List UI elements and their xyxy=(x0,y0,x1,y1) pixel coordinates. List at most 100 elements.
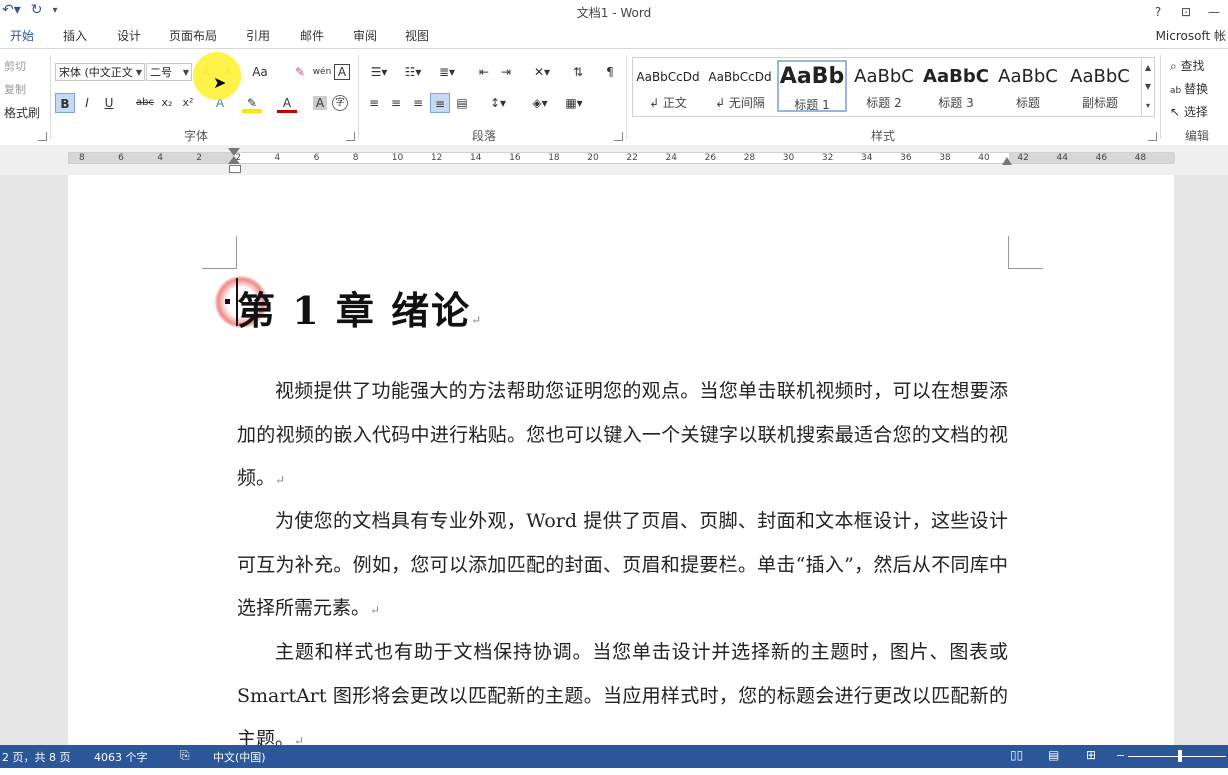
body-paragraph[interactable]: 为使您的文档具有专业外观，Word 提供了页眉、页脚、封面和文本框设计，这些设计… xyxy=(237,500,1008,633)
find-label: 查找 xyxy=(1180,59,1205,73)
style-no-spacing[interactable]: AaBbCcDd ↲ 无间隔 xyxy=(705,60,775,112)
copy-button[interactable]: 复制 xyxy=(4,81,26,97)
line-spacing-icon[interactable]: ↕▾ xyxy=(484,93,512,113)
language-indicator[interactable]: 中文(中国) xyxy=(213,749,266,765)
style-heading-2[interactable]: AaBbC 标题 2 xyxy=(849,60,919,112)
ruler-tick-label: 18 xyxy=(548,153,560,163)
right-indent-marker[interactable] xyxy=(1002,157,1012,165)
char-shading-icon[interactable]: A xyxy=(313,96,327,110)
superscript-button[interactable]: x² xyxy=(178,93,198,113)
tab-view[interactable]: 视图 xyxy=(405,27,429,44)
body-paragraph[interactable]: 主题和样式也有助于文档保持协调。当您单击设计并选择新的主题时，图片、图表或 Sm… xyxy=(237,631,1008,764)
ribbon-display-icon[interactable]: ⊡ xyxy=(1172,0,1200,24)
ruler-tick-label: 44 xyxy=(1056,153,1068,163)
font-size-combo[interactable]: 二号 ▼ xyxy=(146,63,192,81)
chevron-up-icon[interactable]: ▲ xyxy=(1142,58,1154,77)
ruler-tick-label: 22 xyxy=(626,153,638,163)
distribute-icon[interactable]: ▤ xyxy=(452,93,472,113)
find-button[interactable]: ⌕ 查找 xyxy=(1170,57,1205,74)
select-button[interactable]: ↖ 选择 xyxy=(1170,103,1208,120)
font-name-combo[interactable]: 宋体 (中文正文 ▼ xyxy=(55,63,145,81)
read-mode-icon[interactable]: ▯▯ xyxy=(1010,748,1023,762)
align-center-icon[interactable]: ≡ xyxy=(386,93,406,113)
font-group-label: 字体 xyxy=(184,129,209,143)
chapter-heading[interactable]: 第 1 章 绪论↵ xyxy=(237,280,483,335)
underline-button[interactable]: U xyxy=(99,93,119,113)
tab-insert[interactable]: 插入 xyxy=(63,27,87,44)
style-heading-1[interactable]: AaBb 标题 1 xyxy=(777,60,847,112)
help-icon[interactable]: ? xyxy=(1144,0,1172,24)
strikethrough-button[interactable]: abc xyxy=(134,93,156,113)
style-normal[interactable]: AaBbCcDd ↲ 正文 xyxy=(633,60,703,112)
ruler-tick-label: 10 xyxy=(391,153,404,163)
phonetic-guide-icon[interactable]: wén xyxy=(312,62,332,82)
style-heading-3[interactable]: AaBbC 标题 3 xyxy=(921,60,991,112)
change-case-icon[interactable]: Aa xyxy=(246,62,274,82)
styles-launcher-icon[interactable] xyxy=(1148,132,1157,141)
account-name[interactable]: Microsoft 帐 xyxy=(1156,27,1226,44)
zoom-out-icon[interactable]: − xyxy=(1116,749,1125,762)
decrease-indent-icon[interactable]: ⇤ xyxy=(474,62,494,82)
italic-button[interactable]: I xyxy=(77,93,97,113)
bullets-icon[interactable]: ☰▾ xyxy=(364,62,394,82)
style-title[interactable]: AaBbC 标题 xyxy=(993,60,1063,112)
chevron-down-icon[interactable]: ▼ xyxy=(1142,77,1154,96)
ruler-tick-label: 36 xyxy=(900,153,912,163)
font-color-icon[interactable]: A xyxy=(277,93,297,113)
heading-bullet-mark xyxy=(225,299,230,304)
tab-design[interactable]: 设计 xyxy=(117,27,141,44)
tab-references[interactable]: 引用 xyxy=(246,27,270,44)
print-layout-icon[interactable]: ▤ xyxy=(1048,748,1059,762)
style-name: ↲ 无间隔 xyxy=(715,96,765,110)
enclose-char-icon[interactable]: 字 xyxy=(332,95,348,111)
ruler-tick-label: 48 xyxy=(1134,153,1147,163)
tab-mailings[interactable]: 邮件 xyxy=(300,27,324,44)
hanging-indent-marker[interactable] xyxy=(228,156,240,164)
justify-icon[interactable]: ≡ xyxy=(430,93,450,113)
paragraph-launcher-icon[interactable] xyxy=(614,132,623,141)
style-name: ↲ 正文 xyxy=(649,96,687,110)
highlight-color-icon[interactable]: ✎ xyxy=(242,93,262,113)
word-count[interactable]: 4063 个字 xyxy=(94,749,148,765)
align-left-icon[interactable]: ≡ xyxy=(364,93,384,113)
first-line-indent-marker[interactable] xyxy=(228,148,240,156)
multilevel-list-icon[interactable]: ≣▾ xyxy=(432,62,462,82)
body-paragraph[interactable]: 视频提供了功能强大的方法帮助您证明您的观点。当您单击联机视频时，可以在想要添加的… xyxy=(237,370,1008,503)
chinese-layout-icon[interactable]: ✕▾ xyxy=(528,62,556,82)
replace-button[interactable]: ab 替换 xyxy=(1170,80,1208,97)
align-right-icon[interactable]: ≡ xyxy=(408,93,428,113)
show-marks-icon[interactable]: ¶ xyxy=(600,62,620,82)
zoom-slider-track[interactable] xyxy=(1128,756,1226,757)
sort-icon[interactable]: ⇅ xyxy=(568,62,588,82)
font-launcher-icon[interactable] xyxy=(346,132,355,141)
styles-gallery: AaBbCcDd ↲ 正文 AaBbCcDd ↲ 无间隔 AaBb 标题 1 A… xyxy=(632,57,1142,117)
window-title: 文档1 - Word xyxy=(576,6,652,20)
borders-icon[interactable]: ▦▾ xyxy=(560,93,588,113)
subscript-button[interactable]: x₂ xyxy=(157,93,177,113)
numbering-icon[interactable]: ☷▾ xyxy=(398,62,428,82)
minimize-icon[interactable]: — xyxy=(1200,0,1228,24)
styles-gallery-scroll[interactable]: ▲ ▼ ▾ xyxy=(1141,57,1155,117)
char-border-icon[interactable]: A xyxy=(334,64,350,80)
format-painter-button[interactable]: 格式刷 xyxy=(4,104,40,121)
tab-review[interactable]: 审阅 xyxy=(353,27,377,44)
ruler-tick-label: 20 xyxy=(587,153,599,163)
clear-format-icon[interactable]: ✎ xyxy=(290,62,310,82)
cut-button[interactable]: 剪切 xyxy=(4,58,26,74)
more-styles-icon[interactable]: ▾ xyxy=(1142,96,1154,115)
bold-button[interactable]: B xyxy=(55,93,75,113)
zoom-slider-handle[interactable] xyxy=(1178,750,1182,762)
shading-icon[interactable]: ◈▾ xyxy=(526,93,554,113)
left-indent-marker[interactable] xyxy=(229,165,241,173)
clipboard-launcher-icon[interactable] xyxy=(38,132,47,141)
proofing-icon[interactable]: ⎘ xyxy=(180,748,190,763)
page-count[interactable]: 2 页，共 8 页 xyxy=(2,749,71,765)
increase-indent-icon[interactable]: ⇥ xyxy=(496,62,516,82)
tab-home[interactable]: 开始 xyxy=(10,27,34,44)
ribbon: 剪切 复制 格式刷 宋体 (中文正文▼ 二号▼ A A Aa ✎ wén A B… xyxy=(0,48,1228,146)
tab-layout[interactable]: 页面布局 xyxy=(169,27,217,44)
web-layout-icon[interactable]: ⊞ xyxy=(1086,748,1096,762)
text-caret xyxy=(236,278,238,326)
style-subtitle[interactable]: AaBbC 副标题 xyxy=(1065,60,1135,112)
cursor-icon: ↖ xyxy=(1170,105,1184,119)
